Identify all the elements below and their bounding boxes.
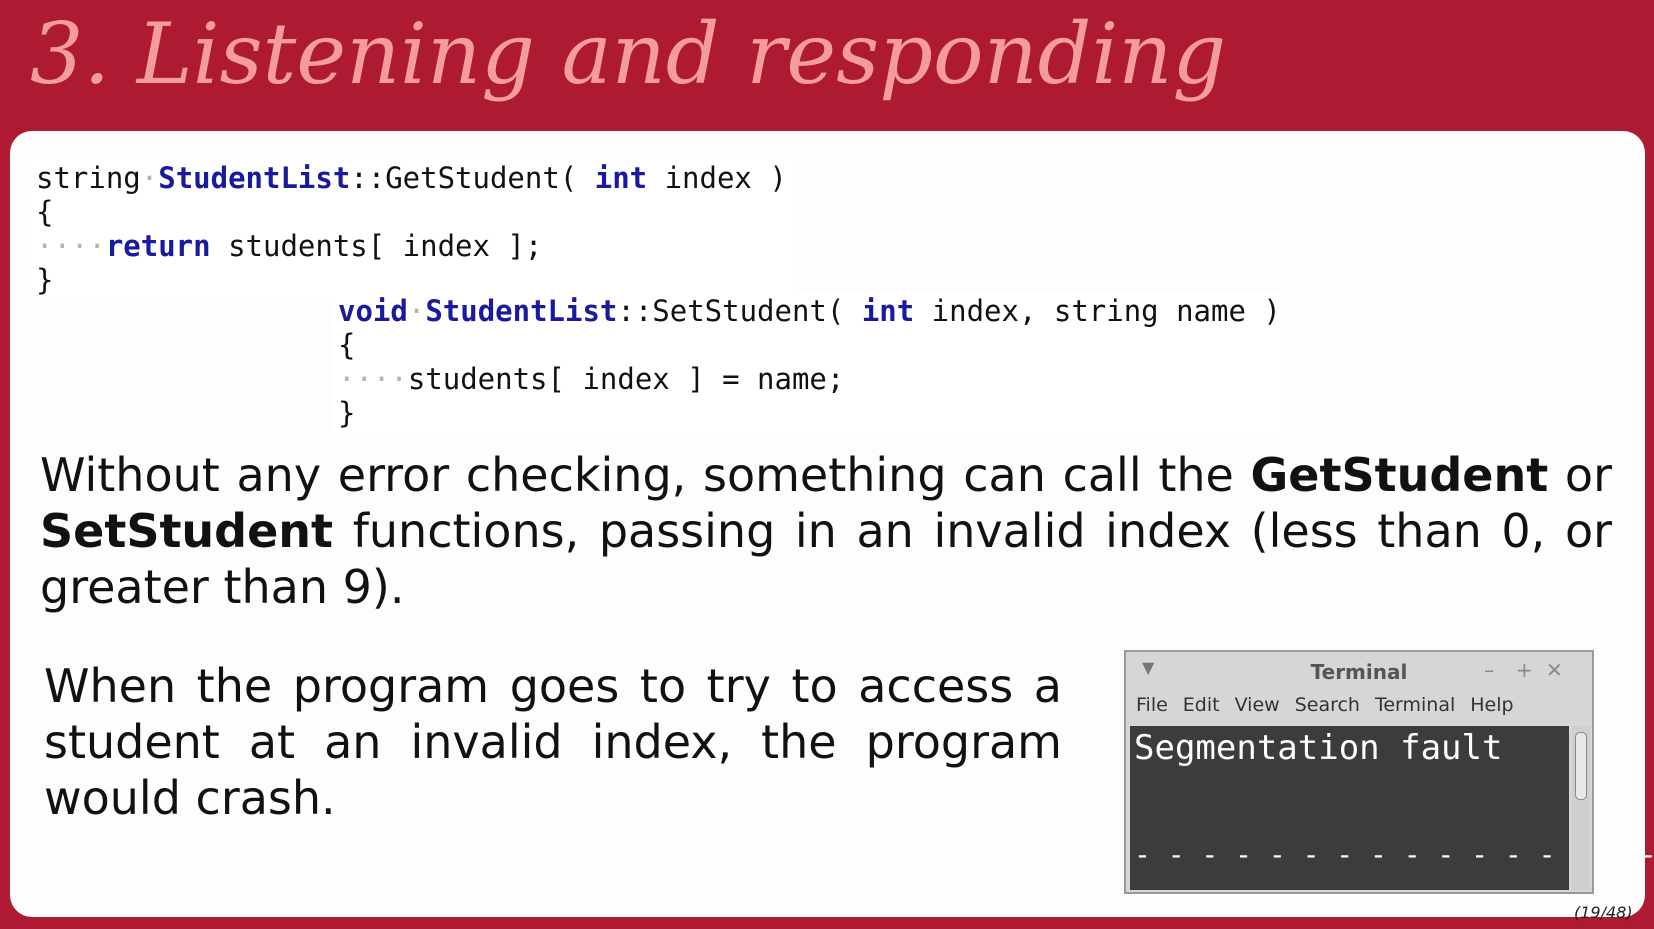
terminal-output: Segmentation fault bbox=[1134, 728, 1503, 768]
terminal-window[interactable]: ▼ Terminal – + ✕ File Edit View Search T… bbox=[1124, 650, 1654, 894]
set-student-code: void·StudentList::SetStudent( int index,… bbox=[332, 292, 1287, 434]
explanation-paragraph: Without any error checking, something ca… bbox=[40, 447, 1612, 615]
code-keyword: return bbox=[105, 229, 211, 263]
menu-terminal[interactable]: Terminal bbox=[1375, 694, 1455, 722]
paragraph-text: Without any error checking, something ca… bbox=[40, 448, 1251, 502]
terminal-titlebar[interactable]: ▼ Terminal – + ✕ bbox=[1126, 652, 1592, 688]
code-text: students[ index ] = name; bbox=[407, 362, 845, 396]
paragraph-text: or bbox=[1548, 448, 1612, 502]
code-class: StudentList bbox=[158, 161, 351, 195]
menu-help[interactable]: Help bbox=[1470, 694, 1513, 722]
code-text: ::GetStudent( bbox=[350, 161, 595, 195]
get-student-code: string·StudentList::GetStudent( int inde… bbox=[30, 159, 793, 301]
page-counter: (19/48) bbox=[1574, 903, 1633, 922]
terminal-menubar: File Edit View Search Terminal Help bbox=[1136, 694, 1529, 722]
terminal-screen[interactable]: Segmentation fault - - - - - - - - - - -… bbox=[1130, 726, 1654, 890]
code-keyword: int bbox=[594, 161, 648, 195]
menu-view[interactable]: View bbox=[1235, 694, 1280, 722]
code-keyword: int bbox=[861, 294, 915, 328]
terminal-scrollbar[interactable] bbox=[1572, 726, 1590, 890]
paragraph-bold-term: SetStudent bbox=[40, 504, 334, 558]
maximize-icon[interactable]: + bbox=[1516, 658, 1533, 682]
code-brace: { bbox=[36, 195, 54, 229]
close-icon[interactable]: ✕ bbox=[1546, 658, 1563, 682]
code-text: index ) bbox=[647, 161, 787, 195]
code-text: ::SetStudent( bbox=[617, 294, 862, 328]
paragraph-bold-term: GetStudent bbox=[1250, 448, 1549, 502]
code-brace: } bbox=[36, 263, 54, 297]
menu-edit[interactable]: Edit bbox=[1183, 694, 1220, 722]
code-keyword: void bbox=[338, 294, 408, 328]
code-brace: } bbox=[338, 396, 356, 430]
menu-file[interactable]: File bbox=[1136, 694, 1168, 722]
code-class: StudentList bbox=[425, 294, 618, 328]
code-type: string bbox=[36, 161, 141, 195]
code-text: students[ index ]; bbox=[210, 229, 543, 263]
scroll-thumb[interactable] bbox=[1575, 732, 1587, 800]
crash-paragraph: When the program goes to try to access a… bbox=[44, 659, 1062, 825]
slide-title: 3. Listening and responding bbox=[30, 5, 1227, 103]
code-text: index, string name ) bbox=[914, 294, 1281, 328]
menu-search[interactable]: Search bbox=[1295, 694, 1360, 722]
minimize-icon[interactable]: – bbox=[1484, 658, 1494, 682]
code-brace: { bbox=[338, 328, 356, 362]
